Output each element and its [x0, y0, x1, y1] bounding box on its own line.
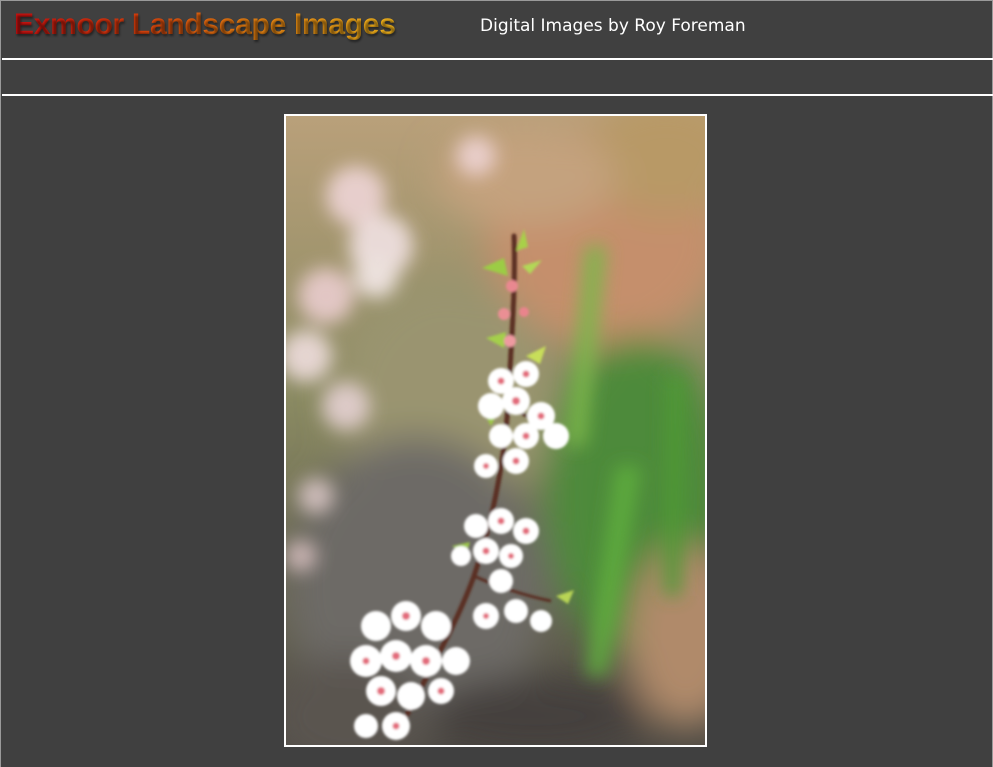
page: Exmoor Landscape Images Digital Images b…: [0, 0, 993, 767]
site-title[interactable]: Exmoor Landscape Images: [14, 8, 396, 42]
nav-bar: [2, 60, 993, 94]
blossom-photo[interactable]: [284, 114, 707, 747]
photo-image: [286, 116, 705, 745]
site-header: Exmoor Landscape Images Digital Images b…: [1, 0, 993, 59]
nav-divider: [2, 94, 993, 96]
site-subtitle: Digital Images by Roy Foreman: [480, 16, 746, 36]
